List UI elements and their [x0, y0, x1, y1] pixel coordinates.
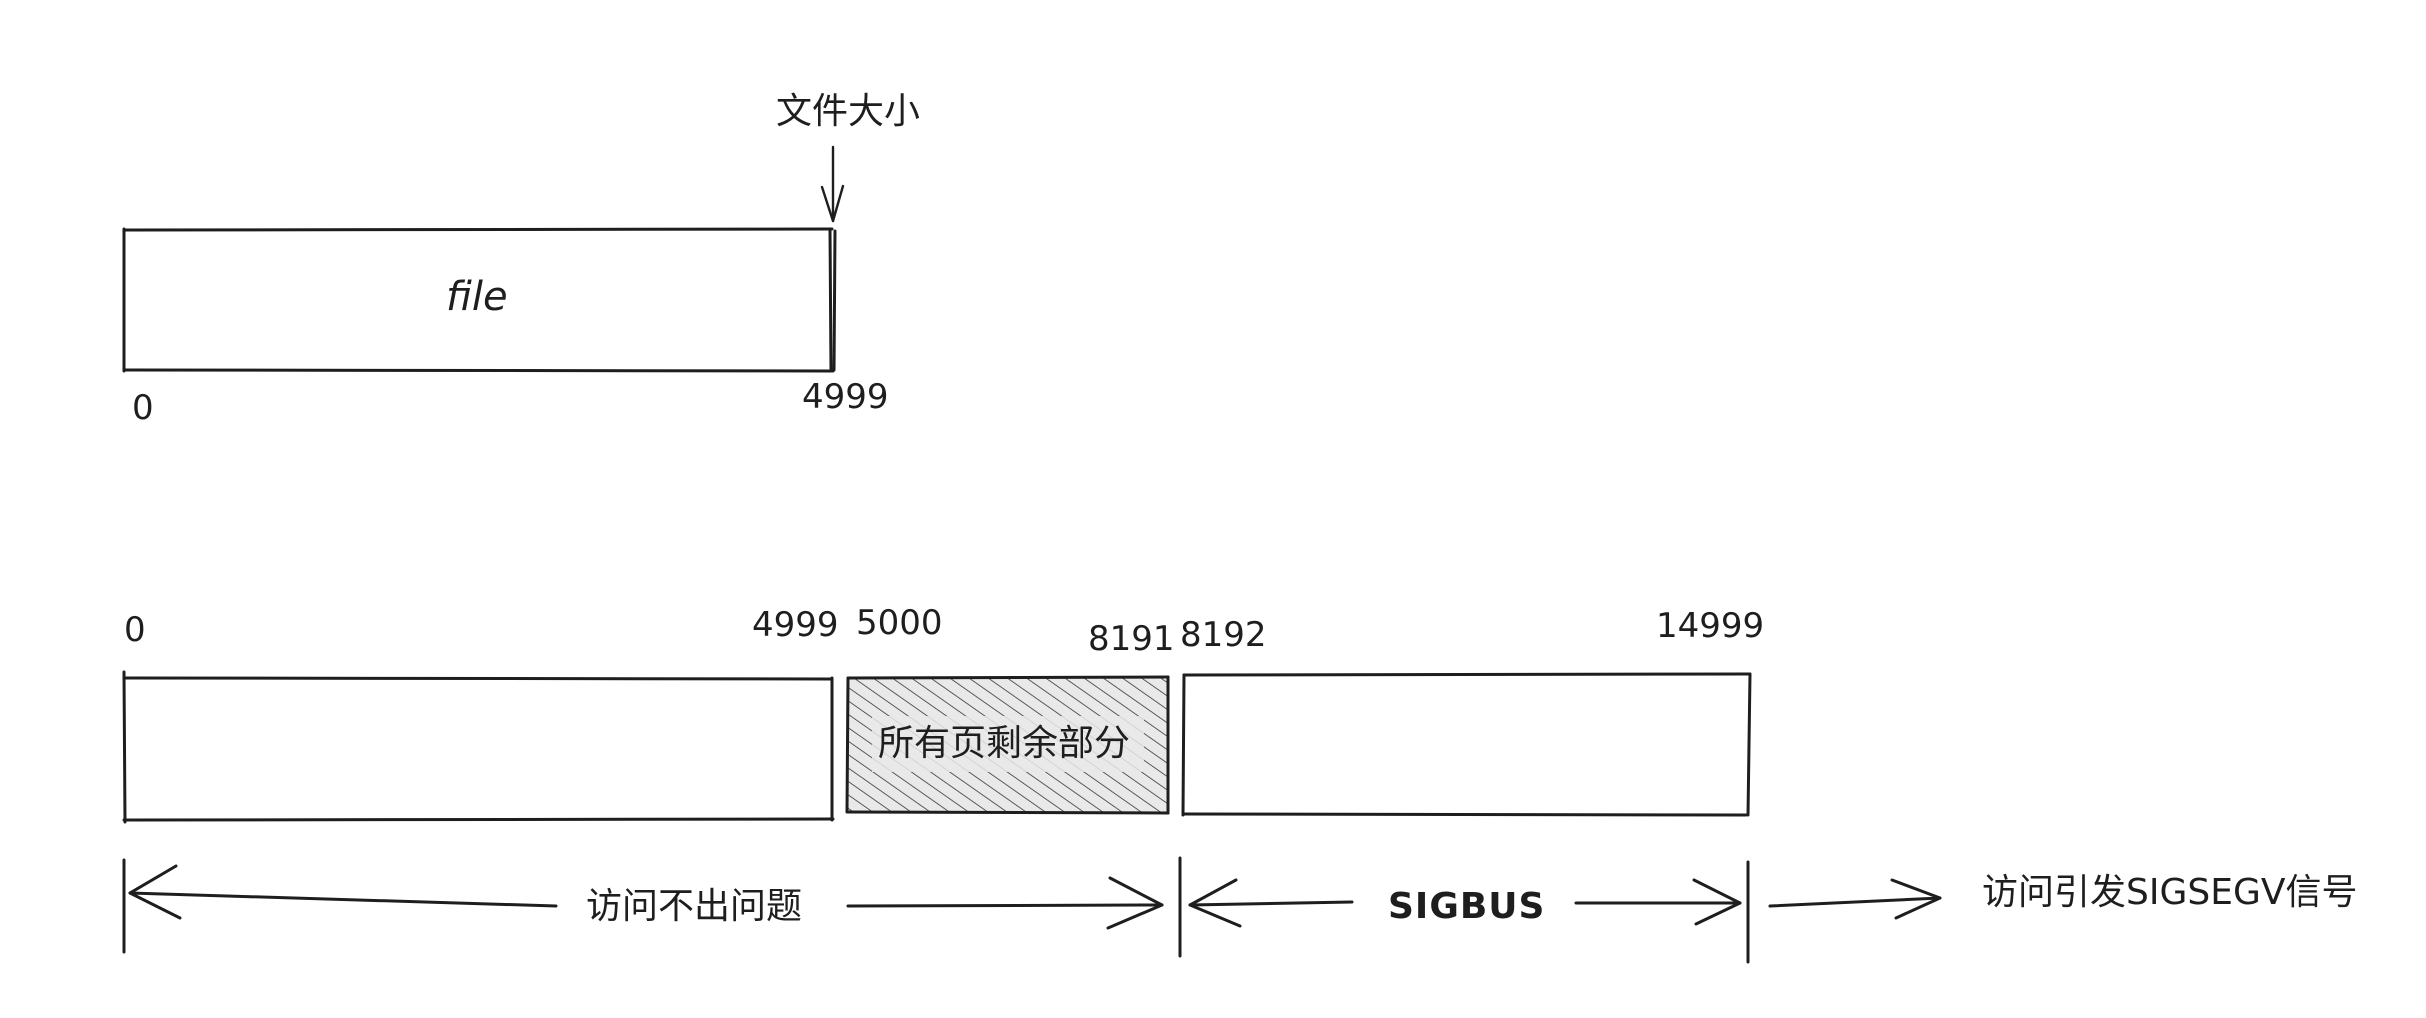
file-size-arrow — [820, 145, 845, 223]
offset-4999: 4999 — [752, 605, 839, 645]
sigsegv-arrow — [1768, 878, 1942, 920]
file-region-box — [122, 670, 835, 824]
offset-8191: 8191 — [1088, 619, 1175, 659]
file-end-offset: 4999 — [802, 377, 889, 417]
offset-5000: 5000 — [856, 603, 943, 643]
offset-8192: 8192 — [1180, 615, 1267, 655]
next-page-box — [1181, 672, 1752, 817]
mmap-sigbus-diagram: 文件大小 file 0 4999 0 4999 5000 8191 8192 1… — [122, 91, 2358, 964]
file-start-offset: 0 — [132, 388, 154, 428]
page-remainder-label: 所有页剩余部分 — [878, 723, 1130, 764]
offset-14999: 14999 — [1656, 606, 1764, 646]
sigbus-label: SIGBUS — [1388, 886, 1545, 927]
file-size-label: 文件大小 — [776, 91, 920, 132]
file-label: file — [446, 274, 508, 320]
ok-access-label: 访问不出问题 — [586, 886, 802, 927]
offset-0: 0 — [124, 610, 146, 650]
sigsegv-label: 访问引发SIGSEGV信号 — [1982, 872, 2358, 913]
